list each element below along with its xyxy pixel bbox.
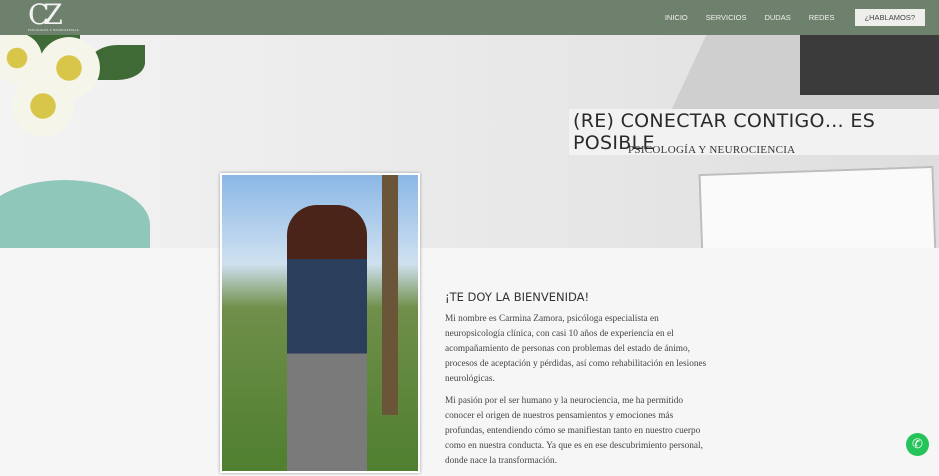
welcome-section: ¡TE DOY LA BIENVENIDA! Mi nombre es Carm… (445, 290, 710, 476)
flower-decoration (12, 75, 74, 137)
keyboard-decoration (800, 35, 939, 95)
teapot-decoration (0, 180, 150, 248)
nav-dudas[interactable]: DUDAS (764, 13, 790, 22)
nav-menu: INICIO SERVICIOS DUDAS REDES ¿HABLAMOS? (665, 9, 925, 26)
profile-photo (220, 173, 420, 473)
photo-tree (382, 175, 398, 415)
notebook-decoration (698, 165, 937, 248)
nav-inicio[interactable]: INICIO (665, 13, 688, 22)
nav-servicios[interactable]: SERVICIOS (706, 13, 747, 22)
hero-subtitle: PSICOLOGÍA Y NEUROCIENCIA (628, 144, 796, 156)
hablamos-button[interactable]: ¿HABLAMOS? (854, 9, 925, 26)
logo[interactable]: CZ PSICOLOGÍA Y NEUROCIENCIA (28, 0, 80, 33)
photo-person (287, 205, 367, 471)
hero-banner: (RE) CONECTAR CONTIGO… ES POSIBLE PSICOL… (0, 35, 939, 248)
nav-redes[interactable]: REDES (809, 13, 835, 22)
logo-monogram: CZ (28, 0, 63, 31)
top-nav: CZ PSICOLOGÍA Y NEUROCIENCIA INICIO SERV… (0, 0, 939, 35)
whatsapp-icon[interactable]: ✆ (906, 433, 929, 456)
logo-subtitle: PSICOLOGÍA Y NEUROCIENCIA (28, 28, 80, 32)
welcome-heading: ¡TE DOY LA BIENVENIDA! (445, 290, 590, 304)
welcome-paragraph: Mi nombre es Carmina Zamora, psicóloga e… (445, 314, 707, 384)
welcome-paragraph: Mi pasión por el ser humano y la neuroci… (445, 396, 703, 466)
